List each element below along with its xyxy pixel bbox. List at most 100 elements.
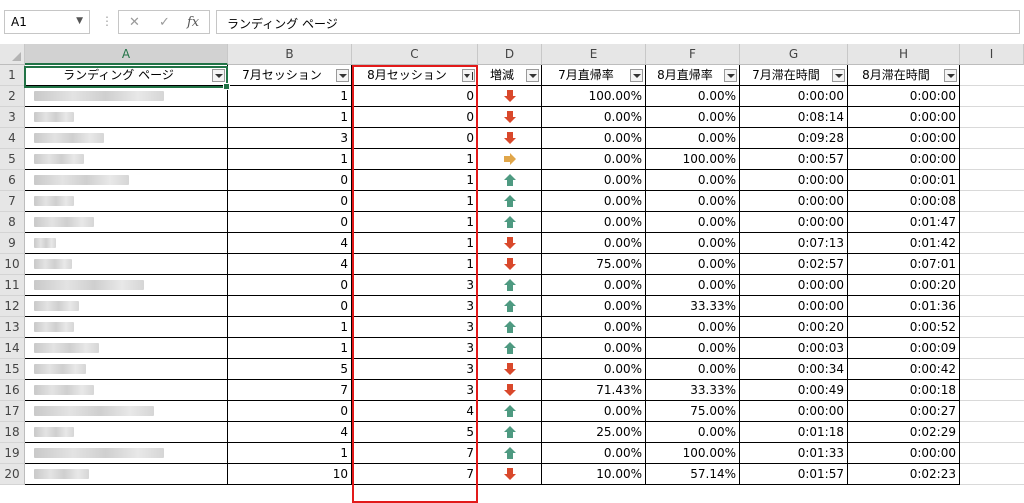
column-header-h[interactable]: H (848, 44, 960, 65)
landing-page-cell[interactable] (25, 107, 228, 128)
row-header[interactable]: 16 (0, 380, 25, 401)
jul-sessions-cell[interactable]: 1 (228, 443, 352, 464)
jul-bounce-cell[interactable]: 0.00% (542, 359, 646, 380)
landing-page-cell[interactable] (25, 212, 228, 233)
empty-cell-i[interactable] (960, 191, 1024, 212)
header-cell-h[interactable]: 8月滞在時間 (848, 65, 960, 86)
change-cell[interactable] (478, 170, 542, 191)
aug-bounce-cell[interactable]: 100.00% (646, 443, 740, 464)
jul-bounce-cell[interactable]: 100.00% (542, 86, 646, 107)
jul-sessions-cell[interactable]: 4 (228, 233, 352, 254)
aug-sessions-cell[interactable]: 0 (352, 107, 478, 128)
aug-sessions-cell[interactable]: 5 (352, 422, 478, 443)
row-header[interactable]: 12 (0, 296, 25, 317)
row-header[interactable]: 11 (0, 275, 25, 296)
row-header[interactable]: 20 (0, 464, 25, 485)
jul-bounce-cell[interactable]: 0.00% (542, 338, 646, 359)
empty-cell-i[interactable] (960, 380, 1024, 401)
jul-duration-cell[interactable]: 0:07:13 (740, 233, 848, 254)
jul-bounce-cell[interactable]: 0.00% (542, 317, 646, 338)
jul-duration-cell[interactable]: 0:01:33 (740, 443, 848, 464)
aug-bounce-cell[interactable]: 33.33% (646, 296, 740, 317)
aug-duration-cell[interactable]: 0:00:00 (848, 128, 960, 149)
row-header[interactable]: 19 (0, 443, 25, 464)
landing-page-cell[interactable] (25, 380, 228, 401)
aug-duration-cell[interactable]: 0:00:27 (848, 401, 960, 422)
aug-sessions-cell[interactable]: 1 (352, 233, 478, 254)
landing-page-cell[interactable] (25, 191, 228, 212)
aug-sessions-cell[interactable]: 7 (352, 443, 478, 464)
jul-sessions-cell[interactable]: 1 (228, 338, 352, 359)
column-header-f[interactable]: F (646, 44, 740, 65)
empty-cell-i[interactable] (960, 296, 1024, 317)
header-cell-e[interactable]: 7月直帰率 (542, 65, 646, 86)
row-header[interactable]: 2 (0, 86, 25, 107)
jul-bounce-cell[interactable]: 0.00% (542, 191, 646, 212)
filter-dropdown-icon[interactable] (212, 69, 225, 82)
jul-bounce-cell[interactable]: 0.00% (542, 107, 646, 128)
change-cell[interactable] (478, 317, 542, 338)
aug-sessions-cell[interactable]: 3 (352, 338, 478, 359)
aug-duration-cell[interactable]: 0:01:47 (848, 212, 960, 233)
landing-page-cell[interactable] (25, 233, 228, 254)
row-header[interactable]: 15 (0, 359, 25, 380)
row-header[interactable]: 5 (0, 149, 25, 170)
jul-duration-cell[interactable]: 0:00:34 (740, 359, 848, 380)
jul-bounce-cell[interactable]: 0.00% (542, 170, 646, 191)
jul-bounce-cell[interactable]: 0.00% (542, 296, 646, 317)
change-cell[interactable] (478, 422, 542, 443)
column-header-i[interactable]: I (960, 44, 1024, 65)
empty-cell-i[interactable] (960, 212, 1024, 233)
jul-sessions-cell[interactable]: 1 (228, 317, 352, 338)
aug-sessions-cell[interactable]: 4 (352, 401, 478, 422)
jul-duration-cell[interactable]: 0:00:49 (740, 380, 848, 401)
empty-cell-i[interactable] (960, 170, 1024, 191)
row-header[interactable]: 8 (0, 212, 25, 233)
aug-duration-cell[interactable]: 0:00:52 (848, 317, 960, 338)
aug-duration-cell[interactable]: 0:00:00 (848, 86, 960, 107)
aug-bounce-cell[interactable]: 0.00% (646, 359, 740, 380)
aug-bounce-cell[interactable]: 100.00% (646, 149, 740, 170)
aug-bounce-cell[interactable]: 0.00% (646, 170, 740, 191)
aug-duration-cell[interactable]: 0:00:20 (848, 275, 960, 296)
landing-page-cell[interactable] (25, 401, 228, 422)
jul-sessions-cell[interactable]: 0 (228, 170, 352, 191)
jul-sessions-cell[interactable]: 0 (228, 191, 352, 212)
jul-duration-cell[interactable]: 0:02:57 (740, 254, 848, 275)
row-header[interactable]: 10 (0, 254, 25, 275)
sort-filter-icon[interactable] (462, 69, 475, 82)
aug-sessions-cell[interactable]: 1 (352, 191, 478, 212)
aug-duration-cell[interactable]: 0:00:01 (848, 170, 960, 191)
aug-bounce-cell[interactable]: 0.00% (646, 212, 740, 233)
landing-page-cell[interactable] (25, 422, 228, 443)
landing-page-cell[interactable] (25, 359, 228, 380)
jul-bounce-cell[interactable]: 0.00% (542, 401, 646, 422)
empty-cell-i[interactable] (960, 464, 1024, 485)
chevron-down-icon[interactable]: ▼ (76, 16, 83, 26)
aug-duration-cell[interactable]: 0:00:08 (848, 191, 960, 212)
aug-sessions-cell[interactable]: 3 (352, 275, 478, 296)
change-cell[interactable] (478, 149, 542, 170)
jul-sessions-cell[interactable]: 5 (228, 359, 352, 380)
header-cell-b[interactable]: 7月セッション (228, 65, 352, 86)
landing-page-cell[interactable] (25, 254, 228, 275)
jul-duration-cell[interactable]: 0:00:03 (740, 338, 848, 359)
empty-cell-i[interactable] (960, 338, 1024, 359)
change-cell[interactable] (478, 275, 542, 296)
empty-cell-i[interactable] (960, 107, 1024, 128)
aug-duration-cell[interactable]: 0:01:36 (848, 296, 960, 317)
jul-bounce-cell[interactable]: 0.00% (542, 275, 646, 296)
aug-sessions-cell[interactable]: 1 (352, 212, 478, 233)
aug-duration-cell[interactable]: 0:00:09 (848, 338, 960, 359)
jul-sessions-cell[interactable]: 0 (228, 212, 352, 233)
jul-sessions-cell[interactable]: 0 (228, 296, 352, 317)
jul-sessions-cell[interactable]: 10 (228, 464, 352, 485)
aug-bounce-cell[interactable]: 0.00% (646, 422, 740, 443)
jul-bounce-cell[interactable]: 25.00% (542, 422, 646, 443)
filter-dropdown-icon[interactable] (526, 69, 539, 82)
landing-page-cell[interactable] (25, 149, 228, 170)
landing-page-cell[interactable] (25, 170, 228, 191)
aug-bounce-cell[interactable]: 0.00% (646, 254, 740, 275)
jul-duration-cell[interactable]: 0:00:00 (740, 191, 848, 212)
aug-bounce-cell[interactable]: 0.00% (646, 86, 740, 107)
